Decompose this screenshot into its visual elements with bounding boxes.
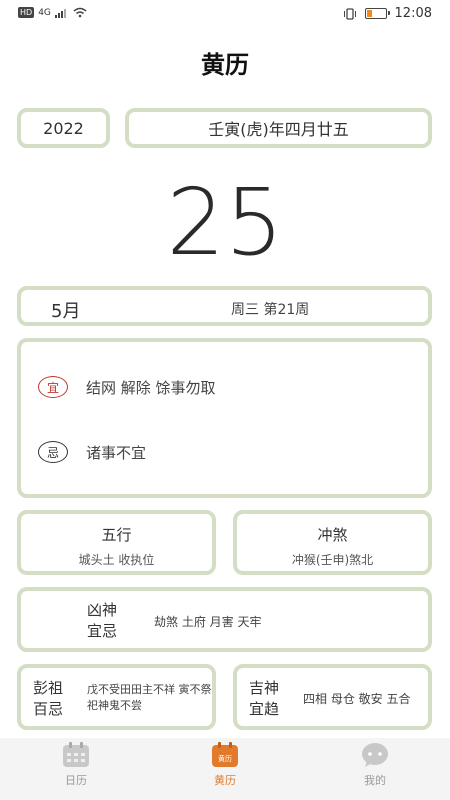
pengzu-title-line1: 彭祖 [33, 679, 64, 697]
status-bar: HD 4G 12:08 [0, 0, 450, 30]
nav-calendar-label: 日历 [65, 774, 87, 787]
yi-badge: 宜 [38, 376, 68, 398]
hd-icon: HD [18, 7, 35, 18]
jishen-title: 吉神 宜趋 [249, 678, 279, 720]
chongsha-card: 冲煞 冲猴(壬申)煞北 [233, 510, 432, 575]
year-label: 2022 [43, 118, 84, 138]
ji-row: 忌 诸事不宜 [38, 441, 146, 463]
day-number: 25 [166, 169, 284, 276]
xiongshen-title-line1: 凶神 [87, 601, 118, 619]
pengzu-value: 戊不受田田主不祥 寅不祭祀神鬼不尝 [87, 683, 212, 712]
chat-bubble-icon [361, 742, 389, 768]
page-title: 黄历 [201, 51, 249, 79]
almanac-icon-text: 黄历 [218, 754, 232, 763]
lunar-date-box: 壬寅(虎)年四月廿五 [125, 108, 432, 148]
jishen-title-line1: 吉神 [249, 679, 280, 697]
xiongshen-value: 劫煞 土府 月害 天牢 [154, 615, 262, 629]
xiongshen-title-line2: 宜忌 [87, 622, 118, 640]
jishen-title-line2: 宜趋 [249, 700, 280, 718]
wuxing-card: 五行 城头土 收执位 [17, 510, 216, 575]
nav-almanac-label: 黄历 [214, 774, 236, 787]
wuxing-title: 五行 [101, 526, 132, 544]
almanac-icon: 黄历 [211, 742, 239, 768]
network-type: 4G [38, 7, 51, 18]
pengzu-title-line2: 百忌 [33, 700, 64, 718]
pengzu-card: 彭祖 百忌 戊不受田田主不祥 寅不祭祀神鬼不尝 [17, 664, 216, 730]
vibrate-icon [343, 7, 356, 20]
signal-icon [54, 8, 66, 18]
wifi-icon [73, 7, 87, 18]
nav-calendar[interactable]: 日历 [26, 742, 126, 788]
ji-badge: 忌 [38, 441, 68, 463]
wuxing-value: 城头土 收执位 [78, 553, 155, 567]
calendar-icon [62, 742, 90, 768]
nav-almanac[interactable]: 黄历 黄历 [175, 742, 275, 788]
xiongshen-card: 凶神 宜忌 劫煞 土府 月害 天牢 [17, 587, 432, 652]
battery-icon [364, 8, 390, 19]
pengzu-title: 彭祖 百忌 [33, 678, 63, 720]
nav-profile[interactable]: 我的 [325, 742, 425, 788]
jishen-value: 四相 母仓 敬安 五合 [303, 692, 411, 706]
nav-profile-label: 我的 [364, 774, 386, 787]
chongsha-value: 冲猴(壬申)煞北 [291, 553, 374, 567]
status-time: 12:08 [394, 6, 432, 21]
week-label: 周三 第21周 [231, 302, 310, 318]
month-week-box: 5月 周三 第21周 [17, 286, 432, 326]
lunar-date: 壬寅(虎)年四月廿五 [208, 120, 349, 139]
ji-text: 诸事不宜 [86, 443, 147, 462]
year-selector[interactable]: 2022 [17, 108, 110, 148]
month-label: 5月 [51, 301, 81, 322]
chongsha-title: 冲煞 [317, 526, 348, 544]
bottom-nav: 日历 黄历 黄历 我的 [0, 738, 450, 800]
yi-row: 宜 结网 解除 馀事勿取 [38, 376, 216, 398]
yi-ji-box: 宜 结网 解除 馀事勿取 忌 诸事不宜 [17, 338, 432, 498]
xiongshen-title: 凶神 宜忌 [87, 600, 117, 642]
jishen-card: 吉神 宜趋 四相 母仓 敬安 五合 [233, 664, 432, 730]
yi-text: 结网 解除 馀事勿取 [86, 378, 216, 397]
